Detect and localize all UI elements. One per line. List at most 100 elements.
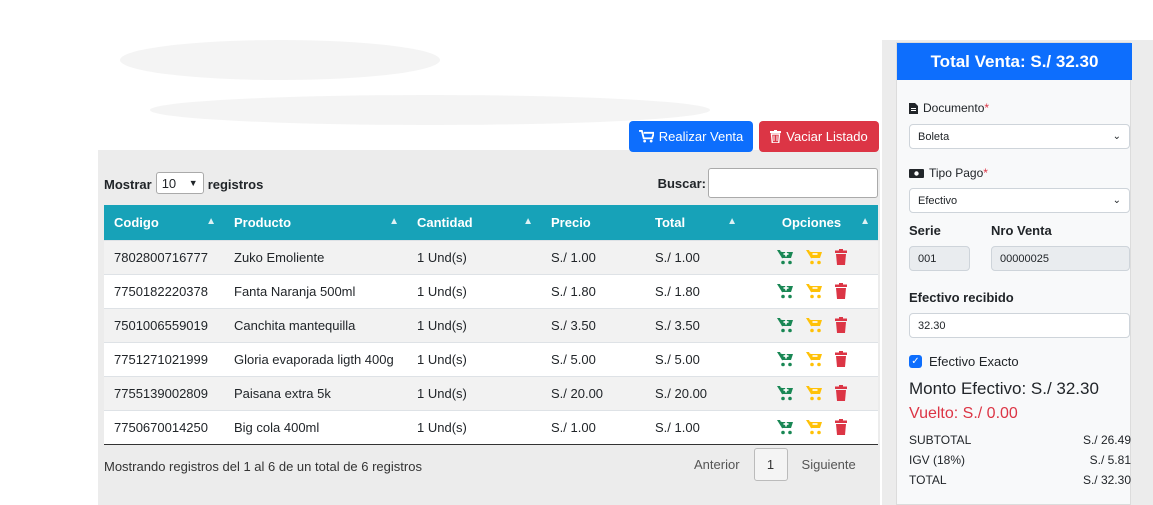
column-header-total[interactable]: Total ▲︎ (645, 205, 745, 240)
pagination-previous[interactable]: Anterior (680, 457, 754, 472)
cell-opciones (745, 375, 878, 410)
cell-total: S./ 1.00 (645, 239, 745, 274)
pagination-page-1[interactable]: 1 (753, 448, 788, 481)
cell-codigo: 7750670014250 (104, 409, 224, 445)
sort-icon: ▲︎ (860, 216, 870, 227)
trash-icon (770, 130, 782, 143)
cell-total: S./ 1.00 (645, 409, 745, 445)
shopping-cart-icon (638, 130, 654, 143)
cell-opciones (745, 239, 878, 274)
cell-opciones (745, 307, 878, 342)
column-header-cantidad[interactable]: Cantidad ▲︎ (407, 205, 541, 240)
row-actions (755, 249, 868, 265)
cart-minus-icon[interactable] (805, 351, 823, 367)
column-header-producto[interactable]: Producto ▲︎ (224, 205, 407, 240)
trash-icon[interactable] (834, 385, 847, 401)
cell-codigo: 7750182220378 (104, 273, 224, 308)
column-header-codigo[interactable]: Codigo ▲︎ (104, 205, 224, 240)
nro-venta-label: Nro Venta (991, 223, 1052, 238)
cell-total: S./ 20.00 (645, 375, 745, 410)
cart-plus-icon[interactable] (776, 249, 794, 265)
products-table: Codigo ▲︎ Producto ▲︎ Cantidad ▲︎ Precio To… (104, 205, 878, 445)
cart-plus-icon[interactable] (776, 351, 794, 367)
tipo-pago-select[interactable]: Efectivo ⌄ (909, 188, 1130, 213)
cart-minus-icon[interactable] (805, 317, 823, 333)
page-size-value: 10 (161, 175, 177, 191)
table-row: 7802800716777 Zuko Emoliente 1 Und(s) S./ 1… (104, 239, 878, 274)
trash-icon[interactable] (834, 249, 847, 265)
trash-icon[interactable] (834, 317, 847, 333)
documento-select[interactable]: Boleta ⌄ (909, 124, 1130, 149)
monto-efectivo: Monto Efectivo: S./ 32.30 (909, 379, 1099, 398)
table-info: Mostrando registros del 1 al 6 de un tot… (104, 459, 422, 474)
cell-producto: Zuko Emoliente (224, 239, 407, 274)
table-row: 7501006559019 Canchita mantequilla 1 Und(s… (104, 307, 878, 342)
column-header-opciones[interactable]: Opciones ▲︎ (745, 205, 878, 240)
trash-icon[interactable] (834, 351, 847, 367)
cell-producto: Gloria evaporada ligth 400g (224, 341, 407, 376)
cell-total: S./ 1.80 (645, 273, 745, 308)
sort-icon: ▲︎ (389, 216, 399, 227)
cell-precio: S./ 3.50 (541, 307, 645, 342)
cell-precio: S./ 1.00 (541, 409, 645, 445)
efectivo-recibido-input[interactable]: 32.30 (909, 313, 1130, 338)
vaciar-listado-label: Vaciar Listado (786, 129, 868, 144)
cell-precio: S./ 1.00 (541, 239, 645, 274)
page-size-select[interactable]: 10 ▼ (155, 172, 204, 194)
serie-label: Serie (909, 223, 941, 238)
cell-codigo: 7755139002809 (104, 375, 224, 410)
cell-cantidad: 1 Und(s) (407, 239, 541, 274)
realizar-venta-button[interactable]: Realizar Venta (629, 121, 753, 152)
table-controls: Mostrar 10 ▼ registros Buscar: (104, 168, 878, 198)
nro-venta-field: 00000025 (991, 246, 1130, 271)
row-actions (755, 385, 868, 401)
table-row: 7751271021999 Gloria evaporada ligth 400g… (104, 341, 878, 376)
efectivo-recibido-label: Efectivo recibido (909, 290, 1014, 305)
pagination-next[interactable]: Siguiente (788, 457, 870, 472)
row-actions (755, 351, 868, 367)
cell-cantidad: 1 Und(s) (407, 409, 541, 445)
tipo-pago-label: Tipo Pago* (909, 166, 988, 180)
cart-minus-icon[interactable] (805, 249, 823, 265)
efectivo-exacto-checkbox[interactable]: ✓ Efectivo Exacto (909, 354, 1019, 369)
cart-plus-icon[interactable] (776, 317, 794, 333)
action-toolbar: Realizar Venta Vaciar Listado (629, 121, 879, 152)
cell-codigo: 7501006559019 (104, 307, 224, 342)
realizar-venta-label: Realizar Venta (658, 129, 744, 144)
chevron-down-icon: ⌄ (1112, 195, 1121, 206)
cart-plus-icon[interactable] (776, 419, 794, 435)
cell-precio: S./ 1.80 (541, 273, 645, 308)
cart-minus-icon[interactable] (805, 283, 823, 299)
cell-codigo: 7802800716777 (104, 239, 224, 274)
cart-plus-icon[interactable] (776, 283, 794, 299)
documento-label: Documento* (909, 101, 989, 115)
table-row: 7750182220378 Fanta Naranja 500ml 1 Und(s)… (104, 273, 878, 308)
cell-producto: Fanta Naranja 500ml (224, 273, 407, 308)
sort-icon: ▲︎ (523, 216, 533, 227)
cell-cantidad: 1 Und(s) (407, 307, 541, 342)
blurred-area (150, 95, 710, 125)
cell-cantidad: 1 Und(s) (407, 273, 541, 308)
check-icon: ✓ (909, 355, 922, 368)
vaciar-listado-button[interactable]: Vaciar Listado (759, 121, 879, 152)
serie-field: 001 (909, 246, 970, 271)
money-bill-icon (909, 168, 924, 178)
cell-total: S./ 5.00 (645, 341, 745, 376)
search-input[interactable] (708, 168, 878, 198)
show-prefix: Mostrar (104, 177, 152, 192)
chevron-down-icon: ▼ (188, 178, 198, 188)
file-icon (909, 102, 918, 114)
trash-icon[interactable] (834, 283, 847, 299)
subtotal-row: SUBTOTAL S./ 26.49 (909, 433, 1131, 447)
cell-opciones (745, 341, 878, 376)
column-header-precio[interactable]: Precio (541, 205, 645, 240)
cart-minus-icon[interactable] (805, 419, 823, 435)
cell-cantidad: 1 Und(s) (407, 341, 541, 376)
total-row: TOTAL S./ 32.30 (909, 473, 1131, 487)
total-venta-header: Total Venta: S./ 32.30 (897, 43, 1132, 80)
cart-minus-icon[interactable] (805, 385, 823, 401)
blurred-area (120, 40, 440, 80)
trash-icon[interactable] (834, 419, 847, 435)
cell-precio: S./ 5.00 (541, 341, 645, 376)
cart-plus-icon[interactable] (776, 385, 794, 401)
